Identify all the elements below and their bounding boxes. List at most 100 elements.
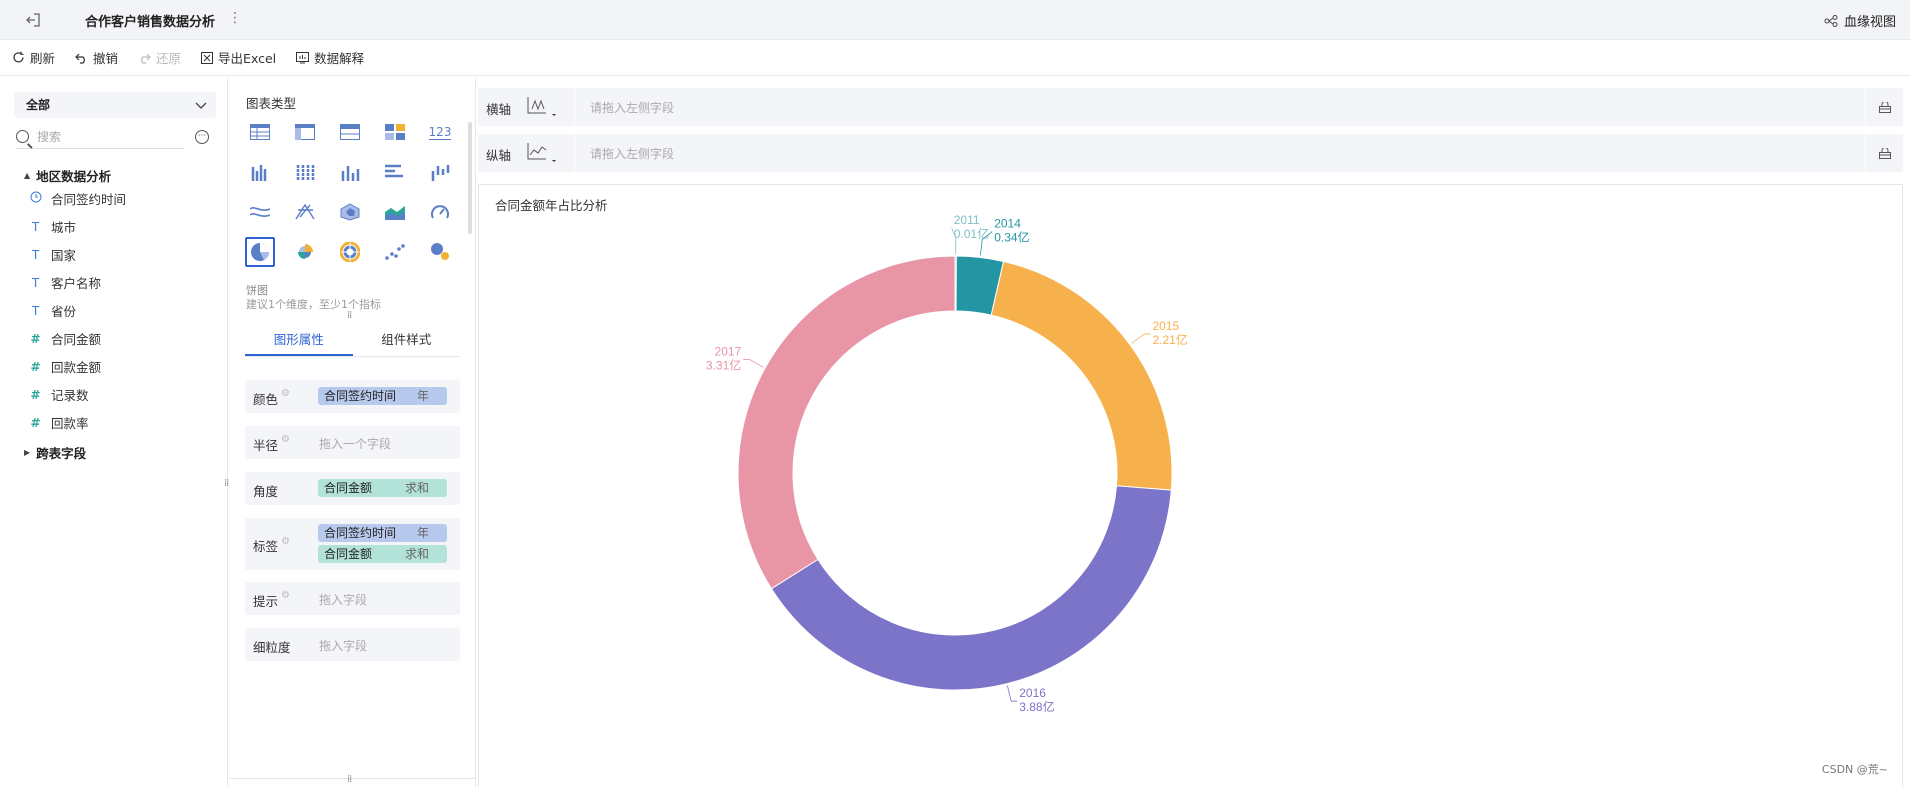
excel-icon [201,51,214,64]
prop-label-channel[interactable]: 标签 ⚙ 合同签约时间 年 合同金额 求和 [245,518,460,570]
tab-graphic-props[interactable]: 图形属性 [245,324,353,356]
field-item[interactable]: T 客户名称 [29,273,101,292]
leader-line-2015 [1131,333,1151,344]
pill-field: 合同签约时间 [324,389,397,403]
data-explain-label: 数据解释 [314,51,365,66]
grouped-bar-icon[interactable] [245,157,275,187]
settings-icon[interactable]: ⚙ [281,388,290,399]
field-pill[interactable]: 合同签约时间 年 [318,524,447,542]
kpi-number-icon[interactable]: 123 [425,117,455,147]
pie-slice-2017[interactable] [737,255,956,590]
field-item[interactable]: # 记录数 [29,385,88,404]
more-vertical-icon[interactable]: ⋮ [228,10,242,26]
field-pill[interactable]: 合同签约时间 年 [318,387,447,405]
card-chart-icon[interactable] [380,117,410,147]
prop-tooltip[interactable]: 提示 ⚙ 拖入字段 [245,582,460,615]
field-item[interactable]: # 合同金额 [29,329,101,348]
field-item[interactable]: 合同签约时间 [29,189,126,208]
field-item[interactable]: T 省份 [29,301,76,320]
pill-aggregation: 年 [416,526,429,540]
drop-placeholder: 拖入字段 [319,639,368,653]
field-pill[interactable]: 合同金额 求和 [318,479,447,497]
scrollbar[interactable] [468,122,472,234]
detail-table-icon[interactable] [335,117,365,147]
undo-button[interactable]: 撤销 [75,48,118,67]
bubble-chart-icon[interactable] [425,237,455,267]
field-panel: 全部 搜索 ··· ▲ 地区数据分析 合同签约时间 T 城市 T 国家 T 客户… [0,77,228,787]
bar-chart-icon[interactable] [335,157,365,187]
multi-pie-icon[interactable] [335,237,365,267]
x-axis-label: 横轴 [486,102,512,117]
line-chart-icon[interactable] [245,197,275,227]
refresh-button[interactable]: 刷新 [12,48,55,67]
y-axis-setting-icon[interactable] [526,141,556,165]
text-icon: T [31,247,40,262]
field-item[interactable]: T 城市 [29,217,76,236]
data-explain-button[interactable]: 数据解释 [296,48,364,67]
pill-field: 合同金额 [324,481,373,495]
prop-label: 颜色 [253,392,279,407]
table-chart-icon[interactable] [245,117,275,147]
settings-icon[interactable]: ⚙ [281,590,290,601]
export-excel-button[interactable]: 导出Excel [201,48,276,67]
field-pill[interactable]: 合同金额 求和 [318,545,447,563]
waterfall-chart-icon[interactable] [425,157,455,187]
prop-granularity[interactable]: 细粒度 拖入字段 [245,628,460,661]
drop-placeholder: 拖入一个字段 [319,437,392,451]
watermark: CSDN @荒~ [1821,763,1888,776]
pie-chart-icon[interactable] [245,237,275,267]
leader-line-2017 [743,359,764,368]
panel-resize-handle[interactable]: ⁞⁞ [347,774,352,785]
panel-resize-handle[interactable]: ⁞⁞ [224,478,229,489]
tab-component-style[interactable]: 组件样式 [353,324,461,356]
x-axis-setting-icon[interactable] [526,95,556,119]
radar-chart-icon[interactable] [335,197,365,227]
drop-placeholder: 请拖入左侧字段 [590,101,675,115]
lineage-view-button[interactable]: 血缘视图 [1824,11,1896,30]
chart-canvas: 合同金额年占比分析 2011 0.01亿 2014 0.34亿 2015 2.21亿 201… [478,184,1903,787]
slice-label-2017: 2017 [715,344,742,358]
radar-line-icon[interactable] [290,197,320,227]
export-excel-label: 导出Excel [218,51,277,66]
gauge-chart-icon[interactable] [425,197,455,227]
chart-config-panel: 图表类型 123 饼图 建议1个维度，至少1个指标 ⁞⁞ 图形属性 组件样式 颜… [229,77,476,787]
field-item[interactable]: # 回款率 [29,413,88,432]
tree-group-cross-table[interactable]: ▶ 跨表字段 [24,443,86,462]
settings-icon[interactable]: ⚙ [281,536,290,547]
redo-button[interactable]: 还原 [138,48,181,67]
lock-icon[interactable] [1865,134,1903,172]
y-axis-label: 纵轴 [486,148,512,163]
prop-radius[interactable]: 半径 ⚙ 拖入一个字段 [245,426,460,459]
lock-icon[interactable] [1865,88,1903,126]
crosstab-chart-icon[interactable] [290,117,320,147]
y-axis-shelf[interactable]: 纵轴 请拖入左侧字段 [478,134,1903,172]
field-label: 合同签约时间 [51,192,127,207]
pill-aggregation: 年 [416,389,429,403]
more-options-icon[interactable]: ··· [195,130,209,144]
field-item[interactable]: # 回款金额 [29,357,101,376]
area-chart-icon[interactable] [380,197,410,227]
slice-label-2016: 2016 [1019,686,1046,700]
field-item[interactable]: T 国家 [29,245,76,264]
x-axis-shelf[interactable]: 横轴 请拖入左侧字段 [478,88,1903,126]
pie-slice-2015[interactable] [990,260,1173,491]
settings-icon[interactable]: ⚙ [281,434,290,445]
exit-icon[interactable] [22,10,44,30]
rose-chart-icon[interactable] [290,237,320,267]
search-placeholder: 搜索 [37,130,62,144]
lineage-icon [1824,14,1838,27]
text-icon: T [31,303,40,318]
scope-select[interactable]: 全部 [14,92,216,118]
pill-aggregation: 求和 [404,547,429,561]
prop-angle[interactable]: 角度 合同金额 求和 [245,472,460,505]
caret-down-icon: ▲ [24,171,31,180]
stacked-bar-icon[interactable] [290,157,320,187]
search-input[interactable]: 搜索 [16,125,184,149]
tree-group-region-analysis[interactable]: ▲ 地区数据分析 [24,166,111,185]
panel-resize-handle[interactable]: ⁞⁞ [347,310,352,321]
pie-slice-2016[interactable] [770,485,1172,691]
scatter-chart-icon[interactable] [380,237,410,267]
horizontal-bar-icon[interactable] [380,157,410,187]
donut-chart: 20110.01亿20140.34亿20152.21亿20163.88亿2017… [706,213,1188,714]
prop-color[interactable]: 颜色 ⚙ 合同签约时间 年 [245,380,460,413]
